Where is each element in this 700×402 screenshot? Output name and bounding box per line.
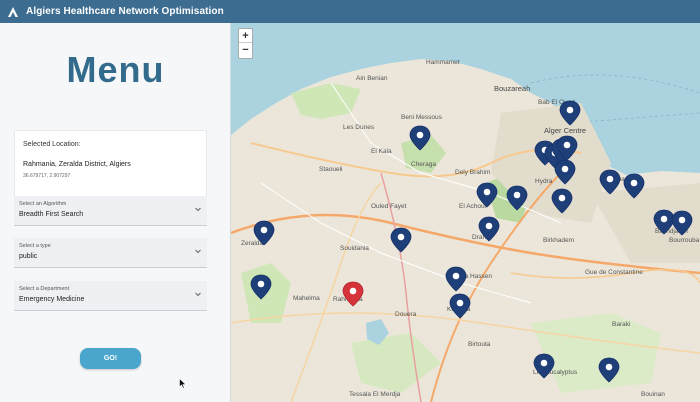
zoom-in-button[interactable]: + [239, 29, 252, 43]
hospital-marker-icon[interactable] [559, 100, 581, 126]
chevron-down-icon [195, 207, 201, 212]
hospital-marker-icon[interactable] [671, 210, 693, 236]
hospital-marker-icon[interactable] [250, 274, 272, 300]
hospital-marker-icon[interactable] [253, 220, 275, 246]
app-header: Algiers Healthcare Network Optimisation [0, 0, 700, 23]
hospital-marker-icon[interactable] [653, 209, 675, 235]
chevron-down-icon [195, 249, 201, 254]
hospital-marker-icon[interactable] [445, 266, 467, 292]
type-select-value: public [19, 253, 38, 260]
hospital-marker-icon[interactable] [390, 227, 412, 253]
department-select-label: Select a Department [19, 286, 70, 292]
selected-location-card: Selected Location: Rahmania, Zeralda Dis… [14, 130, 207, 202]
hospital-marker-icon[interactable] [598, 357, 620, 383]
map-markers [250, 100, 693, 383]
selected-location-name: Rahmania, Zeralda District, Algiers [23, 161, 131, 168]
zoom-control: + − [238, 28, 253, 59]
go-button[interactable]: GO! [80, 348, 141, 369]
selected-location-marker-icon[interactable] [342, 281, 364, 307]
department-select[interactable]: Select a Department Emergency Medicine [14, 281, 207, 311]
mouse-cursor-icon [179, 378, 187, 389]
algorithm-select-label: Select an Algorithm [19, 201, 67, 207]
hospital-marker-icon[interactable] [506, 185, 528, 211]
hospital-marker-icon[interactable] [533, 353, 555, 379]
map-view[interactable]: Ain Benian Hammamet Bouzareah Bab El Oue… [231, 23, 700, 402]
app-logo-icon [6, 5, 20, 19]
app-title: Algiers Healthcare Network Optimisation [26, 6, 224, 17]
hospital-marker-icon[interactable] [478, 216, 500, 242]
type-select[interactable]: Select a type public [14, 238, 207, 268]
hospital-marker-icon[interactable] [449, 293, 471, 319]
algorithm-select-value: Breadth First Search [19, 211, 84, 218]
menu-title: Menu [66, 49, 165, 90]
hospital-marker-icon[interactable] [409, 125, 431, 151]
zoom-out-button[interactable]: − [239, 43, 252, 57]
selected-location-label: Selected Location: [23, 141, 81, 148]
hospital-marker-icon[interactable] [554, 159, 576, 185]
algorithm-select[interactable]: Select an Algorithm Breadth First Search [14, 196, 207, 226]
selected-location-coords: 36.679717, 2.907297 [23, 173, 71, 179]
hospital-marker-icon[interactable] [599, 169, 621, 195]
chevron-down-icon [195, 292, 201, 297]
department-select-value: Emergency Medicine [19, 296, 85, 303]
sidebar-menu: Menu Selected Location: Rahmania, Zerald… [0, 23, 231, 402]
hospital-marker-icon[interactable] [623, 173, 645, 199]
hospital-marker-icon[interactable] [551, 188, 573, 214]
hospital-marker-icon[interactable] [476, 182, 498, 208]
type-select-label: Select a type [19, 243, 51, 249]
